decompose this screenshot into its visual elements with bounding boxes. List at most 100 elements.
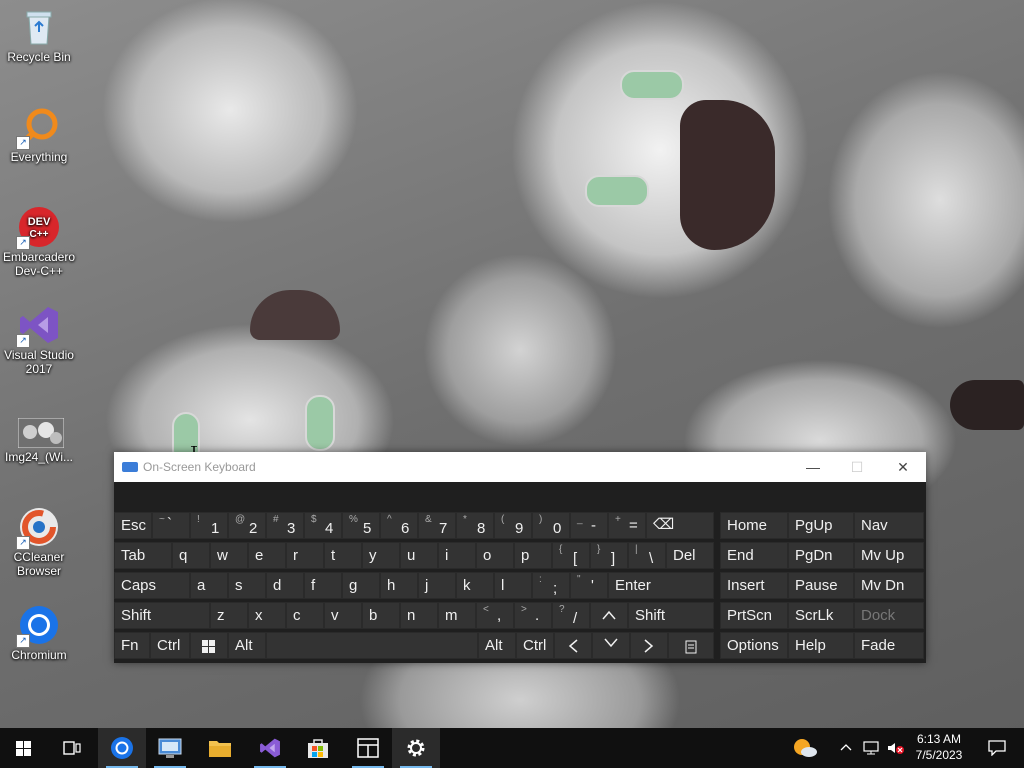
key-0[interactable]: ) 0 (532, 512, 570, 539)
key-caps-lock[interactable]: Caps (114, 572, 190, 599)
taskbar-app-settings[interactable] (392, 728, 440, 768)
key-enter[interactable]: Enter (608, 572, 714, 599)
key-prtscn[interactable]: PrtScn (720, 602, 788, 629)
key-ctrl-right[interactable]: Ctrl (516, 632, 554, 659)
key-left-bracket[interactable]: {[ (552, 542, 590, 569)
key-v[interactable]: v (324, 602, 362, 629)
task-view-button[interactable] (48, 728, 96, 768)
desktop-icon-recycle-bin[interactable]: Recycle Bin (2, 6, 76, 64)
key-arrow-right[interactable] (630, 632, 668, 659)
key-scrlk[interactable]: ScrLk (788, 602, 854, 629)
taskbar-app-window[interactable] (344, 728, 392, 768)
osk-titlebar[interactable]: On-Screen Keyboard — ☐ ✕ (114, 452, 926, 482)
key-quote[interactable]: " ' (570, 572, 608, 599)
taskbar-app-microsoft-store[interactable] (294, 728, 342, 768)
key-k[interactable]: k (456, 572, 494, 599)
key-2[interactable]: @2 (228, 512, 266, 539)
key-insert[interactable]: Insert (720, 572, 788, 599)
key-nav[interactable]: Nav (854, 512, 924, 539)
key-5[interactable]: % 5 (342, 512, 380, 539)
key-alt-right[interactable]: Alt (478, 632, 516, 659)
key-9[interactable]: (9 (494, 512, 532, 539)
key-fn[interactable]: Fn (114, 632, 150, 659)
key-j[interactable]: j (418, 572, 456, 599)
key-s[interactable]: s (228, 572, 266, 599)
key-space[interactable] (266, 632, 478, 659)
taskbar-app-remote-desktop[interactable] (146, 728, 194, 768)
taskbar-app-visual-studio[interactable] (246, 728, 294, 768)
key-g[interactable]: g (342, 572, 380, 599)
maximize-button[interactable]: ☐ (834, 452, 880, 482)
key-arrow-down[interactable] (592, 632, 630, 659)
key-c[interactable]: c (286, 602, 324, 629)
key-backspace[interactable]: ⌫ (646, 512, 714, 539)
key-f[interactable]: f (304, 572, 342, 599)
key-move-up[interactable]: Mv Up (854, 542, 924, 569)
key-shift-left[interactable]: Shift (114, 602, 210, 629)
key-dock[interactable]: Dock (854, 602, 924, 629)
key-q[interactable]: q (172, 542, 210, 569)
key-d[interactable]: d (266, 572, 304, 599)
taskbar-app-chromium[interactable] (98, 728, 146, 768)
key-u[interactable]: u (400, 542, 438, 569)
key-arrow-up[interactable] (590, 602, 628, 629)
key-context-menu[interactable] (668, 632, 714, 659)
key-l[interactable]: l (494, 572, 532, 599)
key-shift-right[interactable]: Shift (628, 602, 714, 629)
weather-widget[interactable] (790, 728, 820, 768)
key-comma[interactable]: <, (476, 602, 514, 629)
key-right-bracket[interactable]: }] (590, 542, 628, 569)
key-r[interactable]: r (286, 542, 324, 569)
notifications-button[interactable] (976, 728, 1016, 768)
desktop-icon-chromium[interactable]: ↗ Chromium (2, 604, 76, 662)
key-pgdn[interactable]: PgDn (788, 542, 854, 569)
desktop-icon-everything[interactable]: ↗ Everything (2, 106, 76, 164)
key-w[interactable]: w (210, 542, 248, 569)
key-n[interactable]: n (400, 602, 438, 629)
minimize-button[interactable]: — (790, 452, 836, 482)
key-p[interactable]: p (514, 542, 552, 569)
key-equals[interactable]: + = (608, 512, 646, 539)
key-backtick[interactable]: ~ ` (152, 512, 190, 539)
key-i[interactable]: i (438, 542, 476, 569)
show-hidden-icons-button[interactable] (836, 728, 856, 768)
key-semicolon[interactable]: :; (532, 572, 570, 599)
key-6[interactable]: ^ 6 (380, 512, 418, 539)
key-move-down[interactable]: Mv Dn (854, 572, 924, 599)
key-b[interactable]: b (362, 602, 400, 629)
key-windows[interactable] (190, 632, 228, 659)
key-e[interactable]: e (248, 542, 286, 569)
key-esc[interactable]: Esc (114, 512, 152, 539)
key-pgup[interactable]: PgUp (788, 512, 854, 539)
clock[interactable]: 6:13 AM 7/5/2023 (910, 728, 968, 768)
key-ctrl-left[interactable]: Ctrl (150, 632, 190, 659)
key-8[interactable]: * 8 (456, 512, 494, 539)
key-home[interactable]: Home (720, 512, 788, 539)
key-3[interactable]: #3 (266, 512, 304, 539)
key-o[interactable]: o (476, 542, 514, 569)
key-slash[interactable]: ? / (552, 602, 590, 629)
key-backslash[interactable]: | \ (628, 542, 666, 569)
key-options[interactable]: Options (720, 632, 788, 659)
key-t[interactable]: t (324, 542, 362, 569)
key-m[interactable]: m (438, 602, 476, 629)
key-7[interactable]: & 7 (418, 512, 456, 539)
network-button[interactable] (860, 728, 882, 768)
key-z[interactable]: z (210, 602, 248, 629)
key-y[interactable]: y (362, 542, 400, 569)
close-button[interactable]: ✕ (880, 452, 926, 482)
key-4[interactable]: $4 (304, 512, 342, 539)
desktop-icon-devcpp[interactable]: DEV C++ ↗ Embarcadero Dev-C++ (2, 206, 76, 278)
key-arrow-left[interactable] (554, 632, 592, 659)
desktop-icon-ccleaner-browser[interactable]: ↗ CCleaner Browser (2, 506, 76, 578)
key-help[interactable]: Help (788, 632, 854, 659)
key-x[interactable]: x (248, 602, 286, 629)
key-a[interactable]: a (190, 572, 228, 599)
key-tab[interactable]: Tab (114, 542, 172, 569)
key-1[interactable]: ! 1 (190, 512, 228, 539)
key-h[interactable]: h (380, 572, 418, 599)
taskbar-app-file-explorer[interactable] (196, 728, 244, 768)
key-delete[interactable]: Del (666, 542, 714, 569)
key-end[interactable]: End (720, 542, 788, 569)
desktop-icon-image-file[interactable]: Img24_(Wi... (2, 417, 76, 464)
